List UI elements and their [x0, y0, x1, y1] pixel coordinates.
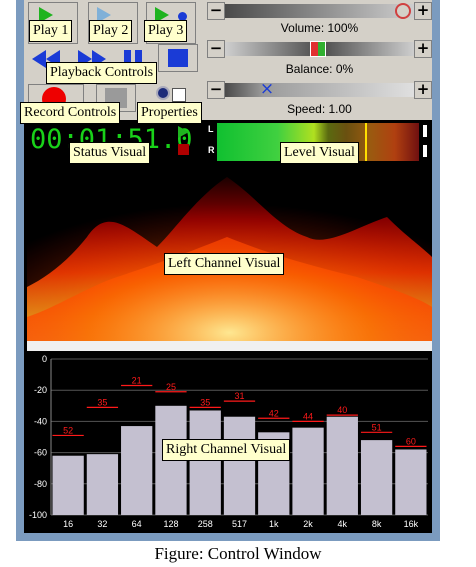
- left-channel-visual-label: Left Channel Visual: [164, 253, 285, 275]
- play-1-label: Play 1: [29, 20, 73, 42]
- eq-bar: [292, 427, 324, 515]
- volume-track[interactable]: [225, 4, 415, 18]
- level-indicator: [423, 145, 427, 157]
- volume-caption: Volume: 100%: [280, 21, 359, 35]
- eq-bar: [395, 449, 427, 515]
- eq-bar: [360, 440, 393, 515]
- x-tick-label: 4k: [338, 519, 348, 529]
- x-tick-label: 16: [63, 519, 73, 529]
- stop-icon: [168, 49, 188, 67]
- x-tick-label: 16k: [404, 519, 419, 529]
- status-visual-label: Status Visual: [69, 142, 151, 164]
- x-tick-label: 8k: [372, 519, 382, 529]
- eq-bar: [189, 410, 221, 515]
- playback-controls-label: Playback Controls: [46, 62, 158, 84]
- play-3-label: Play 3: [144, 20, 188, 42]
- peak-label: 51: [372, 422, 382, 432]
- volume-thumb-icon[interactable]: [395, 3, 411, 19]
- balance-slider[interactable]: − +: [207, 40, 432, 58]
- balance-thumb-icon[interactable]: [310, 41, 326, 57]
- y-tick-label: -60: [34, 448, 47, 458]
- properties-icon[interactable]: [156, 86, 170, 100]
- y-tick-label: -80: [34, 479, 47, 489]
- stop-button[interactable]: [158, 44, 198, 72]
- peak-label: 35: [200, 397, 210, 407]
- volume-increase-button[interactable]: +: [414, 2, 432, 20]
- peak-label: 31: [234, 391, 244, 401]
- eq-bar: [326, 416, 358, 515]
- eq-bar: [52, 455, 84, 515]
- x-tick-label: 64: [132, 519, 142, 529]
- speed-increase-button[interactable]: +: [414, 81, 432, 99]
- properties-label: Properties: [137, 102, 202, 124]
- x-tick-label: 128: [163, 519, 178, 529]
- eq-bar: [86, 454, 119, 515]
- peak-label: 40: [337, 405, 347, 415]
- x-tick-label: 32: [97, 519, 107, 529]
- balance-decrease-button[interactable]: −: [207, 40, 225, 58]
- peak-label: 21: [132, 376, 142, 386]
- y-tick-label: -40: [34, 416, 47, 426]
- peak-label: 52: [63, 425, 73, 435]
- checkbox-icon[interactable]: [172, 88, 186, 102]
- peak-label: 42: [269, 408, 279, 418]
- speed-reset-icon[interactable]: ×: [259, 80, 275, 98]
- x-tick-label: 517: [232, 519, 247, 529]
- right-channel-visual-label: Right Channel Visual: [162, 439, 291, 461]
- figure-caption: Figure: Control Window: [154, 544, 322, 563]
- peak-label: 25: [166, 382, 176, 392]
- eq-bar: [223, 416, 256, 515]
- volume-slider[interactable]: − +: [207, 2, 432, 20]
- y-tick-label: 0: [42, 354, 47, 364]
- peak-label: 44: [303, 411, 313, 421]
- record-controls-label: Record Controls: [20, 102, 121, 124]
- speed-decrease-button[interactable]: −: [207, 81, 225, 99]
- speed-caption: Speed: 1.00: [287, 102, 352, 116]
- status-play-icon: [178, 126, 189, 138]
- speed-track[interactable]: [225, 83, 415, 97]
- volume-decrease-button[interactable]: −: [207, 2, 225, 20]
- x-tick-label: 2k: [303, 519, 313, 529]
- play-2-label: Play 2: [89, 20, 133, 42]
- balance-increase-button[interactable]: +: [414, 40, 432, 58]
- peak-label: 35: [97, 397, 107, 407]
- peak-label: 60: [406, 436, 416, 446]
- level-channel-left: L: [208, 124, 214, 134]
- level-peak-marker: [365, 123, 367, 161]
- speed-slider[interactable]: − × +: [207, 80, 432, 99]
- status-stop-icon: [178, 144, 189, 155]
- level-indicator: [423, 125, 427, 137]
- y-tick-label: -20: [34, 385, 47, 395]
- balance-caption: Balance: 0%: [285, 62, 354, 76]
- x-tick-label: 258: [198, 519, 213, 529]
- y-tick-label: -100: [29, 510, 47, 520]
- eq-bar: [121, 426, 153, 515]
- x-tick-label: 1k: [269, 519, 279, 529]
- level-channel-right: R: [208, 145, 215, 155]
- level-visual-label: Level Visual: [280, 142, 359, 164]
- rewind-icon: [32, 50, 46, 68]
